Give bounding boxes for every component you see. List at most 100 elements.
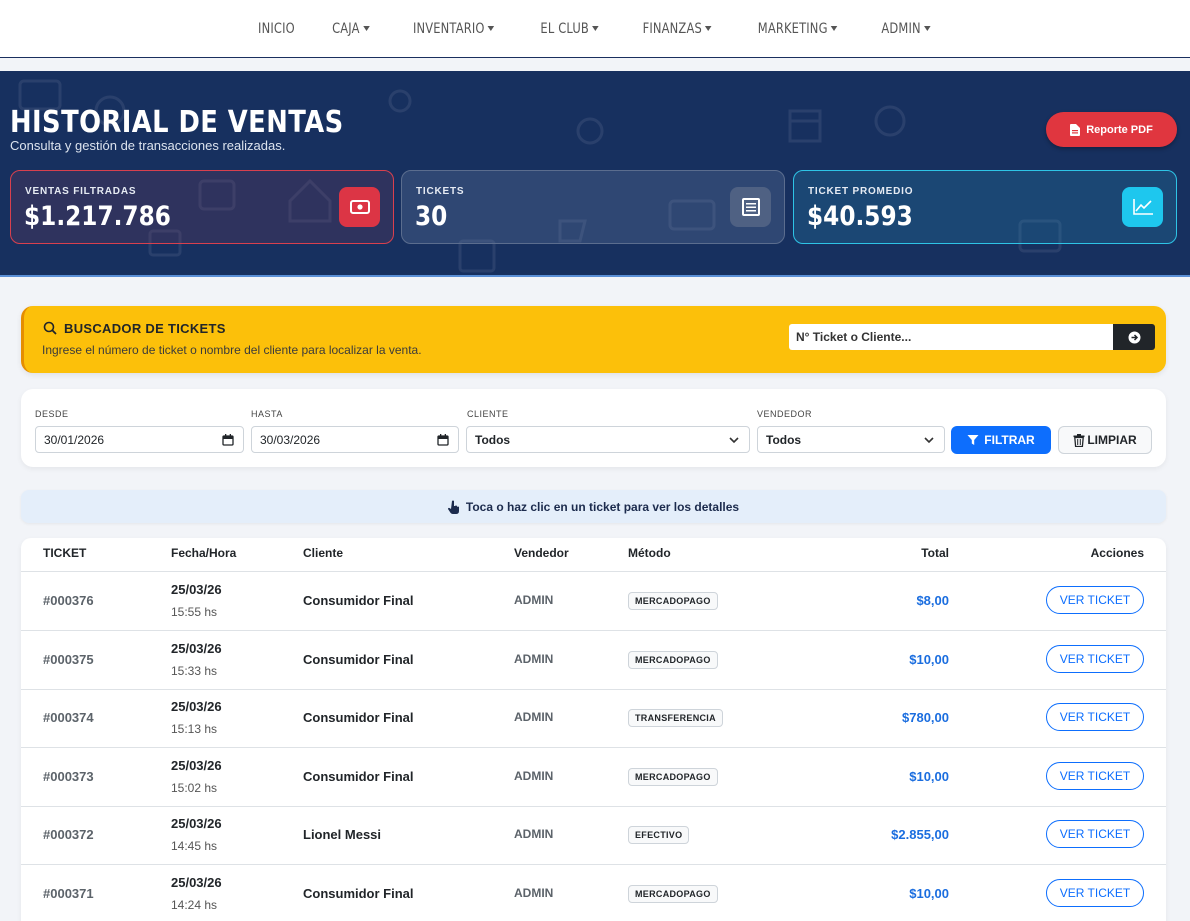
cliente-label: CLIENTE xyxy=(467,409,509,419)
filter-panel: DESDE 30/01/2026 HASTA 30/03/2026 CLIENT… xyxy=(21,389,1166,467)
table-row[interactable]: #000374 25/03/26 15:13 hs Consumidor Fin… xyxy=(21,689,1166,748)
nav-item-label: FINANZAS xyxy=(642,20,702,37)
sale-time: 14:45 hs xyxy=(171,839,218,853)
chart-line-icon xyxy=(1122,187,1163,227)
sale-time: 14:24 hs xyxy=(171,898,218,912)
vendedor-select[interactable]: Todos xyxy=(757,426,945,453)
vendedor-label: VENDEDOR xyxy=(757,409,813,419)
pdf-report-button[interactable]: Reporte PDF xyxy=(1046,112,1177,147)
calendar-icon xyxy=(437,434,449,446)
nav-item-el-club[interactable]: EL CLUB xyxy=(528,21,611,37)
column-header-ticket: TICKET xyxy=(43,546,87,560)
client-name: Consumidor Final xyxy=(303,593,414,608)
client-name: Consumidor Final xyxy=(303,710,414,725)
view-ticket-button[interactable]: VER TICKET xyxy=(1046,645,1144,673)
sale-time: 15:33 hs xyxy=(171,664,218,678)
file-pdf-icon xyxy=(1070,123,1081,136)
column-header-vendedor: Vendedor xyxy=(514,546,569,560)
search-submit-button[interactable] xyxy=(1113,324,1155,350)
filter-icon xyxy=(967,435,979,445)
desde-value: 30/01/2026 xyxy=(44,432,105,447)
sales-table: TICKET Fecha/Hora Cliente Vendedor Métod… xyxy=(21,538,1166,921)
sale-time: 15:02 hs xyxy=(171,781,218,795)
cliente-select[interactable]: Todos xyxy=(466,426,750,453)
view-ticket-button[interactable]: VER TICKET xyxy=(1046,879,1144,907)
seller-name: ADMIN xyxy=(514,710,554,724)
nav-list: INICIO CAJA INVENTARIO EL CLUB FINANZAS … xyxy=(239,21,952,37)
payment-method-badge: MERCADOPAGO xyxy=(628,592,718,610)
payment-method-badge: EFECTIVO xyxy=(628,826,690,844)
column-header-cliente: Cliente xyxy=(303,546,344,560)
filter-button-label: FILTRAR xyxy=(984,433,1035,447)
hint-banner: Toca o haz clic en un ticket para ver lo… xyxy=(21,490,1166,523)
nav-item-marketing[interactable]: MARKETING xyxy=(746,21,850,37)
column-header-metodo: Método xyxy=(628,546,671,560)
nav-item-label: ADMIN xyxy=(881,20,922,37)
table-row[interactable]: #000375 25/03/26 15:33 hs Consumidor Fin… xyxy=(21,631,1166,690)
sale-date: 25/03/26 xyxy=(171,641,222,656)
page-title: HISTORIAL DE VENTAS xyxy=(10,105,344,140)
ticket-number: #000376 xyxy=(43,593,94,608)
sale-time: 15:55 hs xyxy=(171,605,218,619)
cliente-value: Todos xyxy=(475,432,511,447)
table-row[interactable]: #000376 25/03/26 15:55 hs Consumidor Fin… xyxy=(21,572,1166,631)
sale-date: 25/03/26 xyxy=(171,699,222,714)
search-input[interactable] xyxy=(789,324,1114,350)
payment-method-badge: TRANSFERENCIA xyxy=(628,709,723,727)
arrow-circle-right-icon xyxy=(1128,331,1140,343)
ticket-number: #000373 xyxy=(43,769,94,784)
ticket-number: #000375 xyxy=(43,652,94,667)
stat-card-ventas-filtradas: VENTAS FILTRADAS $1.217.786 xyxy=(10,170,394,244)
hasta-date-input[interactable]: 30/03/2026 xyxy=(251,426,459,453)
nav-item-admin[interactable]: ADMIN xyxy=(869,21,943,37)
caret-down-icon xyxy=(924,26,931,31)
sale-time: 15:13 hs xyxy=(171,722,218,736)
client-name: Consumidor Final xyxy=(303,886,414,901)
stat-label: TICKET PROMEDIO xyxy=(808,186,914,197)
clear-button-label: LIMPIAR xyxy=(1087,433,1137,447)
column-header-total: Total xyxy=(921,546,949,560)
caret-down-icon xyxy=(831,26,838,31)
stat-label: VENTAS FILTRADAS xyxy=(25,186,137,197)
stat-card-ticket-promedio: TICKET PROMEDIO $40.593 xyxy=(793,170,1177,244)
view-ticket-button[interactable]: VER TICKET xyxy=(1046,586,1144,614)
page-header: HISTORIAL DE VENTAS Consulta y gestión d… xyxy=(0,71,1190,277)
nav-item-label: INICIO xyxy=(257,20,295,37)
cash-icon xyxy=(339,187,380,227)
table-row[interactable]: #000371 25/03/26 14:24 hs Consumidor Fin… xyxy=(21,865,1166,921)
view-ticket-button[interactable]: VER TICKET xyxy=(1046,820,1144,848)
nav-item-finanzas[interactable]: FINANZAS xyxy=(630,21,724,37)
ticket-search-panel: BUSCADOR DE TICKETS Ingrese el número de… xyxy=(21,306,1166,373)
seller-name: ADMIN xyxy=(514,769,554,783)
stat-value: $40.593 xyxy=(807,201,913,232)
payment-method-badge: MERCADOPAGO xyxy=(628,768,718,786)
nav-item-inventario[interactable]: INVENTARIO xyxy=(401,21,507,37)
caret-down-icon xyxy=(363,26,370,31)
desde-date-input[interactable]: 30/01/2026 xyxy=(35,426,244,453)
nav-item-caja[interactable]: CAJA xyxy=(320,21,382,37)
search-icon xyxy=(43,321,57,335)
nav-item-inicio[interactable]: INICIO xyxy=(245,21,306,37)
view-ticket-button[interactable]: VER TICKET xyxy=(1046,703,1144,731)
table-row[interactable]: #000372 25/03/26 14:45 hs Lionel Messi A… xyxy=(21,806,1166,865)
view-ticket-button[interactable]: VER TICKET xyxy=(1046,762,1144,790)
sale-total: $10,00 xyxy=(909,886,949,901)
stat-label: TICKETS xyxy=(416,186,465,197)
stat-value: $1.217.786 xyxy=(24,201,171,232)
clear-button[interactable]: LIMPIAR xyxy=(1058,426,1152,454)
filter-button[interactable]: FILTRAR xyxy=(951,426,1051,454)
hasta-value: 30/03/2026 xyxy=(260,432,321,447)
stat-value: 30 xyxy=(415,201,448,232)
sale-date: 25/03/26 xyxy=(171,758,222,773)
client-name: Lionel Messi xyxy=(303,827,382,842)
top-navbar: INICIO CAJA INVENTARIO EL CLUB FINANZAS … xyxy=(0,0,1190,58)
client-name: Consumidor Final xyxy=(303,652,414,667)
seller-name: ADMIN xyxy=(514,886,554,900)
sale-total: $8,00 xyxy=(916,593,949,608)
payment-method-badge: MERCADOPAGO xyxy=(628,651,718,669)
sale-total: $780,00 xyxy=(902,710,949,725)
chevron-down-icon xyxy=(729,437,739,444)
calendar-icon xyxy=(222,434,234,446)
seller-name: ADMIN xyxy=(514,593,554,607)
table-row[interactable]: #000373 25/03/26 15:02 hs Consumidor Fin… xyxy=(21,748,1166,807)
